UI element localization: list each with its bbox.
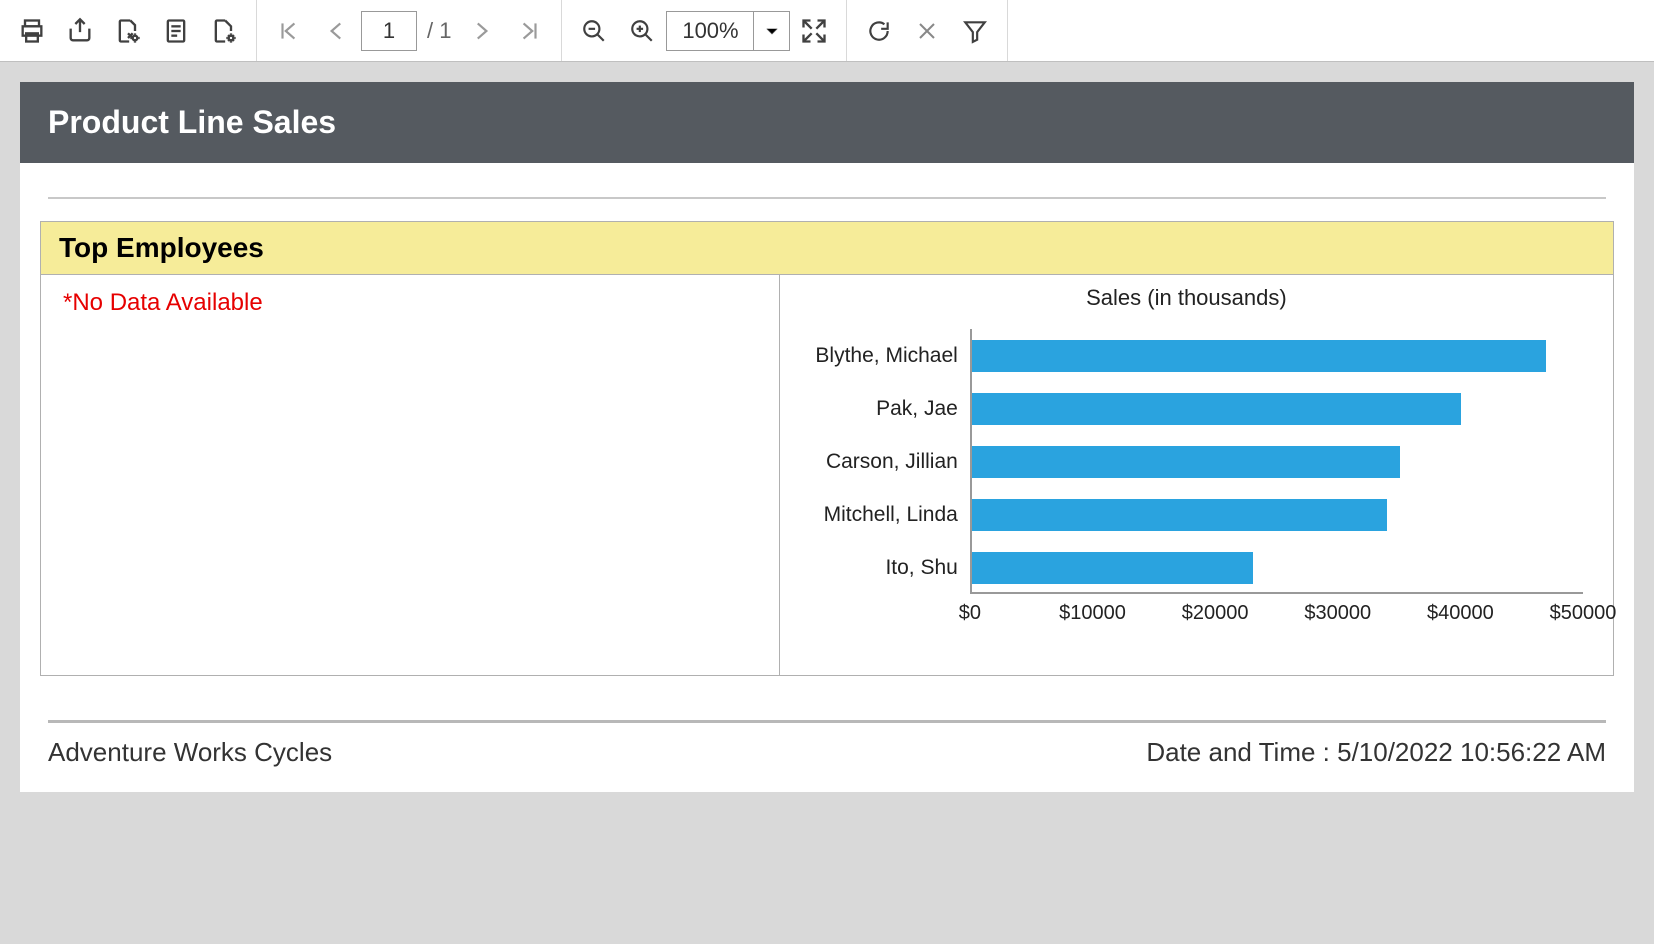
document-button[interactable] [152, 7, 200, 55]
prev-page-button[interactable] [313, 7, 361, 55]
zoom-out-button[interactable] [570, 7, 618, 55]
footer-datetime: Date and Time : 5/10/2022 10:56:22 AM [1146, 737, 1606, 768]
page-setup-button[interactable] [200, 7, 248, 55]
export-settings-button[interactable] [104, 7, 152, 55]
chart-bar [972, 393, 1461, 425]
chevron-left-icon [324, 18, 350, 44]
close-icon [915, 19, 939, 43]
chart-category-label: Mitchell, Linda [790, 488, 970, 541]
next-page-button[interactable] [457, 7, 505, 55]
filter-icon [962, 18, 988, 44]
report-page: Product Line Sales Top Employees *No Dat… [20, 82, 1634, 792]
chart-bar [972, 446, 1400, 478]
chart-xtick-label: $30000 [1304, 602, 1371, 625]
chart-category-label: Pak, Jae [790, 382, 970, 435]
chart-xtick-label: $50000 [1550, 602, 1617, 625]
zoom-dropdown-button[interactable] [753, 12, 789, 50]
fullscreen-icon [800, 17, 828, 45]
fit-page-button[interactable] [790, 7, 838, 55]
chart-xtick-label: $40000 [1427, 602, 1494, 625]
first-page-button[interactable] [265, 7, 313, 55]
chart-category-label: Blythe, Michael [790, 329, 970, 382]
page-setup-icon [210, 17, 238, 45]
export-icon [66, 17, 94, 45]
zoom-out-icon [581, 18, 607, 44]
chart-bar [972, 552, 1253, 584]
chevron-down-icon [763, 22, 781, 40]
top-employees-section: Top Employees *No Data Available Sales (… [40, 221, 1614, 676]
page-total-label: / 1 [427, 18, 451, 44]
chevron-right-icon [468, 18, 494, 44]
chart-xtick-label: $10000 [1059, 602, 1126, 625]
section-title: Top Employees [41, 222, 1613, 275]
cancel-button[interactable] [903, 7, 951, 55]
export-settings-icon [114, 17, 142, 45]
last-page-icon [516, 18, 542, 44]
chart-category-label: Carson, Jillian [790, 435, 970, 488]
last-page-button[interactable] [505, 7, 553, 55]
refresh-button[interactable] [855, 7, 903, 55]
chart-xtick-label: $0 [959, 602, 981, 625]
footer-company: Adventure Works Cycles [48, 737, 332, 768]
page-number-input[interactable] [361, 11, 417, 51]
zoom-level-input[interactable] [667, 12, 753, 50]
chart-pane: Sales (in thousands) Blythe, MichaelPak,… [780, 275, 1613, 675]
chart-bar [972, 340, 1547, 372]
chart-title: Sales (in thousands) [790, 285, 1583, 311]
zoom-in-icon [629, 18, 655, 44]
print-button[interactable] [8, 7, 56, 55]
report-toolbar: / 1 [0, 0, 1654, 62]
data-table-pane: *No Data Available [41, 275, 780, 675]
export-button[interactable] [56, 7, 104, 55]
report-title: Product Line Sales [20, 82, 1634, 163]
print-icon [18, 17, 46, 45]
first-page-icon [276, 18, 302, 44]
zoom-in-button[interactable] [618, 7, 666, 55]
document-icon [162, 17, 190, 45]
refresh-icon [866, 18, 892, 44]
no-data-message: *No Data Available [63, 289, 757, 317]
chart-bar [972, 499, 1388, 531]
chart-category-label: Ito, Shu [790, 541, 970, 594]
filter-button[interactable] [951, 7, 999, 55]
chart-xtick-label: $20000 [1182, 602, 1249, 625]
